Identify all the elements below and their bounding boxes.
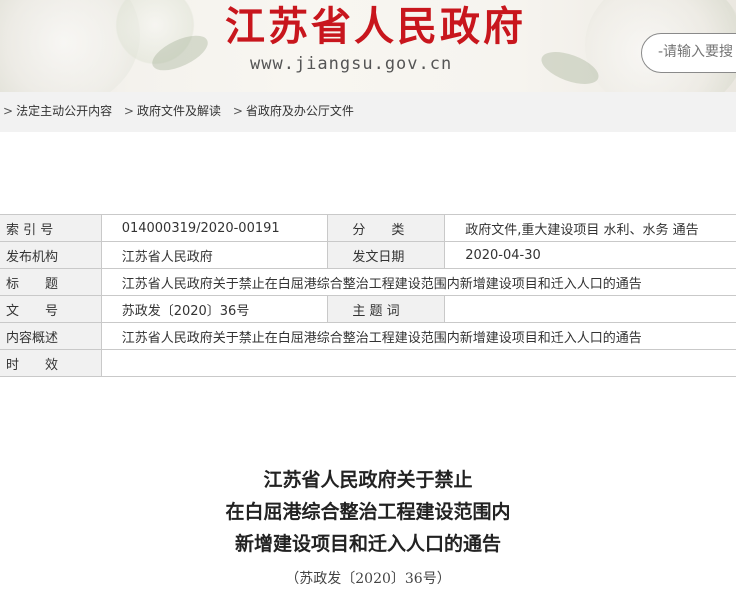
- docno-label: 文 号: [0, 295, 102, 323]
- subject-label: 主 题 词: [327, 295, 446, 323]
- summary-value: 江苏省人民政府关于禁止在白屈港综合整治工程建设范围内新增建设项目和迁入人口的通告: [100, 322, 736, 350]
- table-row: 内容概述 江苏省人民政府关于禁止在白屈港综合整治工程建设范围内新增建设项目和迁入…: [0, 322, 736, 350]
- publisher-label: 发布机构: [0, 241, 102, 269]
- docno-value: 苏政发〔2020〕36号: [100, 295, 329, 323]
- table-row: 标 题 江苏省人民政府关于禁止在白屈港综合整治工程建设范围内新增建设项目和迁入人…: [0, 268, 736, 296]
- article-title-line: 在白屈港综合整治工程建设范围内: [225, 501, 511, 523]
- table-row: 时 效: [0, 349, 736, 377]
- index-value: 014000319/2020-00191: [100, 214, 329, 242]
- category-value: 政府文件,重大建设项目 水利、水务 通告: [444, 214, 736, 242]
- table-row: 索 引 号 014000319/2020-00191 分 类 政府文件,重大建设…: [0, 214, 736, 242]
- chevron-right-icon: >: [232, 104, 243, 118]
- breadcrumb: > 法定主动公开内容 > 政府文件及解读 > 省政府及办公厅文件: [0, 92, 736, 132]
- date-value: 2020-04-30: [444, 241, 736, 269]
- date-label: 发文日期: [327, 241, 446, 269]
- validity-label: 时 效: [0, 349, 102, 377]
- breadcrumb-link[interactable]: 政府文件及解读: [137, 104, 221, 118]
- title-label: 标 题: [0, 268, 102, 296]
- search-input[interactable]: [656, 43, 736, 61]
- site-title[interactable]: 江苏省人民政府: [225, 2, 526, 52]
- table-row: 发布机构 江苏省人民政府 发文日期 2020-04-30: [0, 241, 736, 269]
- search-box[interactable]: [641, 33, 736, 73]
- index-label: 索 引 号: [0, 214, 102, 242]
- chevron-right-icon: >: [3, 104, 14, 118]
- chevron-right-icon: >: [123, 104, 134, 118]
- article-doc-number: （苏政发〔2020〕36号）: [285, 571, 451, 587]
- article-title-line: 新增建设项目和迁入人口的通告: [234, 533, 501, 555]
- document-info-table: 索 引 号 014000319/2020-00191 分 类 政府文件,重大建设…: [0, 214, 736, 377]
- article-title-line: 江苏省人民政府关于禁止: [263, 469, 473, 491]
- title-value: 江苏省人民政府关于禁止在白屈港综合整治工程建设范围内新增建设项目和迁入人口的通告: [100, 268, 736, 296]
- subject-value: [444, 295, 736, 323]
- table-row: 文 号 苏政发〔2020〕36号 主 题 词: [0, 295, 736, 323]
- breadcrumb-link[interactable]: 省政府及办公厅文件: [246, 104, 354, 118]
- publisher-value: 江苏省人民政府: [100, 241, 329, 269]
- site-url: www.jiangsu.gov.cn: [250, 54, 453, 74]
- article-heading: 江苏省人民政府关于禁止 在白屈港综合整治工程建设范围内 新增建设项目和迁入人口的…: [0, 464, 736, 588]
- breadcrumb-link[interactable]: 法定主动公开内容: [16, 104, 112, 118]
- site-header: 江苏省人民政府 www.jiangsu.gov.cn: [0, 0, 736, 92]
- summary-label: 内容概述: [0, 322, 102, 350]
- category-label: 分 类: [327, 214, 446, 242]
- validity-value: [100, 349, 736, 377]
